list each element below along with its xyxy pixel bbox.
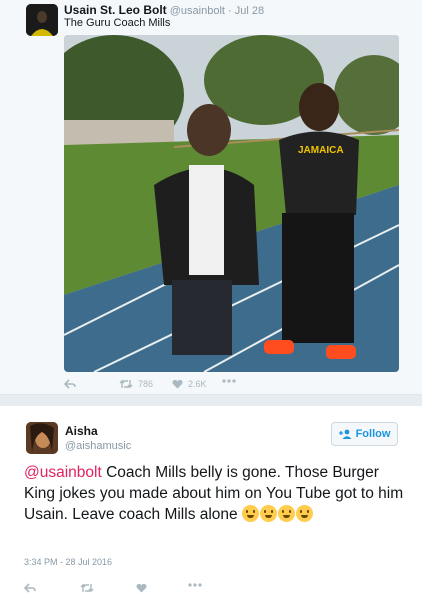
author-handle[interactable]: @usainbolt: [170, 5, 225, 17]
avatar-image: [26, 4, 58, 36]
like-count: 2.6K: [188, 379, 207, 389]
more-icon: [188, 583, 202, 587]
like-button[interactable]: 2.6K: [172, 379, 207, 389]
reply-timestamp[interactable]: 3:34 PM - 28 Jul 2016: [24, 557, 112, 567]
wink-face-icon: [277, 505, 295, 522]
retweet-button[interactable]: 786: [119, 379, 153, 389]
tweet-card: Usain St. Leo Bolt @usainbolt · Jul 28 T…: [0, 0, 422, 395]
reply-like-button[interactable]: [136, 583, 147, 593]
tweet-header: Usain St. Leo Bolt @usainbolt · Jul 28: [64, 3, 264, 17]
reply-author-name[interactable]: Aisha: [65, 424, 98, 438]
heart-icon: [172, 379, 183, 389]
author-name[interactable]: Usain St. Leo Bolt: [64, 3, 167, 17]
follow-button[interactable]: Follow: [331, 422, 398, 446]
reply-icon: [64, 379, 76, 389]
reply-reply-button[interactable]: [24, 583, 36, 593]
reply-retweet-button[interactable]: [80, 583, 94, 593]
reply-tweet-text: @usainbolt Coach Mills belly is gone. Th…: [24, 462, 404, 525]
photo-image: JAMAICA: [64, 35, 399, 372]
retweet-count: 786: [138, 379, 154, 389]
heart-icon: [136, 583, 147, 593]
add-user-icon: [338, 429, 352, 439]
tweet-actions: 786 2.6K: [64, 379, 364, 393]
reply-tweet-card: Aisha @aishamusic Follow @usainbolt Coac…: [0, 406, 422, 613]
reply-avatar-image: [26, 422, 58, 454]
reply-icon: [24, 583, 36, 593]
reply-author-handle[interactable]: @aishamusic: [65, 440, 131, 452]
tweet-date[interactable]: Jul 28: [235, 5, 264, 17]
kiss-face-icon: [259, 505, 277, 522]
more-icon: [222, 379, 236, 383]
follow-label: Follow: [355, 428, 391, 440]
svg-text:JAMAICA: JAMAICA: [298, 145, 344, 156]
tweet-photo[interactable]: JAMAICA: [64, 35, 399, 372]
more-button[interactable]: [222, 379, 236, 383]
tongue-face-icon: [241, 505, 259, 522]
header-separator: ·: [228, 5, 232, 17]
mention-link[interactable]: @usainbolt: [24, 464, 102, 481]
tweet-text: The Guru Coach Mills: [64, 17, 171, 29]
reply-tweet-actions: [24, 583, 344, 597]
retweet-icon: [119, 380, 133, 388]
reply-button[interactable]: [64, 379, 76, 389]
author-avatar[interactable]: [26, 4, 58, 36]
reply-more-button[interactable]: [188, 583, 202, 587]
reply-author-avatar[interactable]: [26, 422, 58, 454]
laughing-face-icon: [295, 505, 313, 522]
retweet-icon: [80, 584, 94, 592]
